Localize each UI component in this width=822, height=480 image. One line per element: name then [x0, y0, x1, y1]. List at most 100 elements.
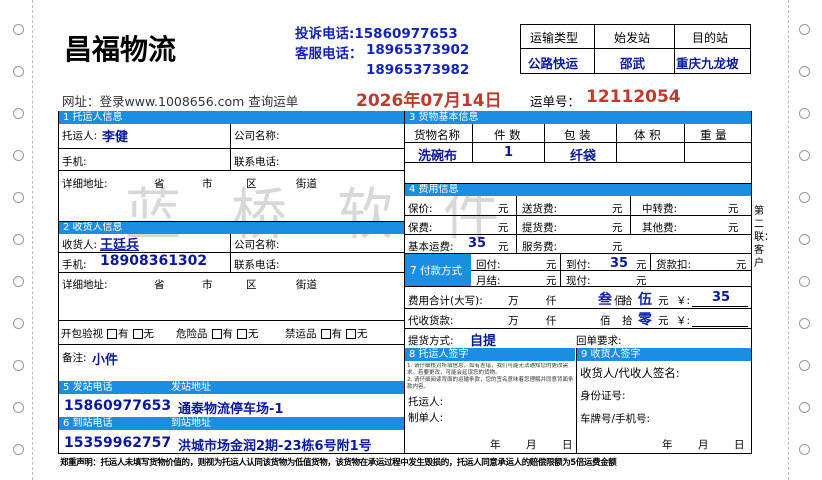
- shipper-tel-label: 联系电话:: [234, 156, 280, 168]
- pickup-method-label: 提货方式:: [408, 335, 454, 347]
- unit-yuan: 元: [658, 295, 669, 307]
- payment-arrive-label: 到付:: [566, 259, 591, 271]
- remark-label: 备注:: [62, 352, 87, 364]
- date-month: 月: [526, 439, 537, 451]
- fee-base-label: 基本运费:: [408, 241, 454, 253]
- danger-no-checkbox[interactable]: [237, 329, 247, 339]
- dangerous-goods-row: 危险品有无: [176, 328, 259, 340]
- consignee-address-label: 详细地址:: [62, 279, 108, 291]
- unit-qian: 仟: [546, 295, 557, 307]
- section-fees-header: 4 费用信息: [405, 183, 751, 196]
- total-hundreds-digit: 叁: [598, 292, 612, 308]
- section-shipper-signature-header: 8 托运人签字: [405, 348, 575, 361]
- fee-base-value: 35: [468, 236, 487, 251]
- fee-pickup-label: 提货费:: [522, 222, 558, 234]
- unit-shi: 拾: [622, 295, 633, 307]
- service-phone-label: 客服电话：: [295, 46, 363, 62]
- shipper-name-label: 托运人:: [62, 130, 98, 142]
- unit-shi: 拾: [622, 315, 633, 327]
- section-origin-header: 5 发站电话 发站地址: [59, 381, 404, 394]
- fee-insurance-label: 保费:: [408, 222, 433, 234]
- receipt-requirement-label: 回单要求:: [576, 335, 622, 347]
- fee-service-label: 服务费:: [522, 241, 558, 253]
- fee-unit: 元: [612, 222, 623, 234]
- fee-insured-value-label: 保价:: [408, 203, 433, 215]
- payment-arrive-value: 35: [610, 256, 629, 271]
- waybill-number: 12112054: [586, 87, 681, 107]
- shipper-addr-district: 区: [246, 178, 257, 190]
- section-destination-header: 6 到站电话 到站地址: [59, 417, 404, 430]
- danger-yes-checkbox[interactable]: [211, 329, 222, 339]
- shipper-signature-label: 托运人:: [408, 396, 444, 408]
- total-amount-label: 费用合计(大写):: [408, 295, 483, 307]
- waybill-label: 运单号：: [530, 94, 581, 109]
- payment-back-label: 回付:: [476, 259, 501, 271]
- consignee-addr-city: 市: [202, 279, 213, 291]
- banned-no-checkbox[interactable]: [346, 329, 356, 339]
- shipper-addr-street: 街道: [296, 178, 317, 190]
- date-month: 月: [698, 439, 709, 451]
- origin-station-address: 通泰物流停车场-1: [178, 402, 284, 417]
- receiver-signature-label: 收货人/代收人签名:: [580, 366, 680, 380]
- waybill-date: 2026年07月14日: [356, 91, 502, 111]
- fee-delivery-label: 送货费:: [522, 203, 558, 215]
- route-origin: 邵武: [620, 56, 646, 71]
- route-header-origin: 始发站: [614, 31, 651, 45]
- consignee-phone: 18908361302: [100, 253, 208, 269]
- yen-sign: ￥:: [676, 315, 691, 327]
- right-perforation: [788, 0, 789, 480]
- fee-unit: 元: [728, 203, 739, 215]
- open-inspection-row: 开包验视有无: [61, 328, 154, 340]
- fee-unit: 元: [546, 275, 557, 287]
- goods-header-weight: 重 量: [700, 128, 727, 142]
- signature-notice: 1. 请仔细核对所填信息，如有差错，我们可能无法通知您的更改需求。若要更改，可能…: [407, 363, 574, 390]
- banned-yes-checkbox[interactable]: [320, 329, 331, 339]
- route-header-type: 运输类型: [530, 31, 579, 45]
- fee-unit: 元: [612, 203, 623, 215]
- prohibited-goods-row: 禁运品有无: [285, 328, 368, 340]
- footer-disclaimer: 郑重声明：托运人未填写货物价值的，则视为托运人认同该货物为低值货物，该货物在承运…: [60, 458, 617, 468]
- consignee-name: 王廷兵: [100, 238, 140, 253]
- total-yen-value: 35: [712, 290, 731, 305]
- payment-monthly-label: 月结:: [476, 275, 501, 287]
- yen-sign: ￥:: [676, 295, 691, 307]
- fee-unit: 元: [612, 241, 623, 253]
- goods-packing-value: 纤袋: [570, 149, 597, 164]
- destination-station-phone: 15359962757: [64, 435, 172, 451]
- goods-header-volume: 体 积: [634, 128, 661, 142]
- shipper-addr-city: 市: [202, 178, 213, 190]
- complaint-phone: 投诉电话:15860977653: [295, 26, 458, 42]
- goods-header-name: 货物名称: [414, 128, 460, 142]
- shipper-company-label: 公司名称:: [234, 130, 280, 142]
- goods-header-qty: 件 数: [494, 128, 521, 142]
- date-year: 年: [662, 439, 673, 451]
- unit-yuan: 元: [658, 315, 669, 327]
- section-shipper-header: 1 托运人信息: [59, 111, 404, 124]
- payment-now-label: 现付:: [566, 275, 591, 287]
- shipper-phone-label: 手机:: [62, 156, 87, 168]
- service-phone-2: 18965373982: [366, 62, 470, 78]
- section-consignee-signature-header: 9 收货人签字: [577, 348, 751, 361]
- route-destination: 重庆九龙坡: [676, 56, 739, 71]
- remark-value: 小件: [92, 353, 119, 368]
- left-perforation: [32, 0, 33, 480]
- unit-wan: 万: [508, 315, 519, 327]
- fee-unit: 元: [736, 259, 747, 271]
- route-transport-type: 公路快运: [528, 56, 579, 71]
- fee-unit: 元: [636, 275, 647, 287]
- consignee-name-label: 收货人:: [62, 239, 98, 251]
- inspection-yes-checkbox[interactable]: [107, 329, 117, 339]
- consignee-addr-street: 街道: [296, 279, 317, 291]
- shipper-addr-province: 省: [154, 178, 165, 190]
- date-day: 日: [562, 439, 573, 451]
- unit-qian: 仟: [546, 315, 557, 327]
- consignee-tel-label: 联系电话:: [234, 259, 280, 271]
- unit-bai: 佰: [600, 315, 611, 327]
- date-year: 年: [490, 439, 501, 451]
- fee-unit: 元: [728, 222, 739, 234]
- goods-header-packing: 包 装: [564, 128, 591, 142]
- pickup-method-value: 自提: [470, 334, 497, 349]
- inspection-no-checkbox[interactable]: [132, 329, 143, 339]
- plate-phone-label: 车牌号/手机号:: [580, 413, 651, 425]
- fee-transfer-label: 中转费:: [642, 203, 678, 215]
